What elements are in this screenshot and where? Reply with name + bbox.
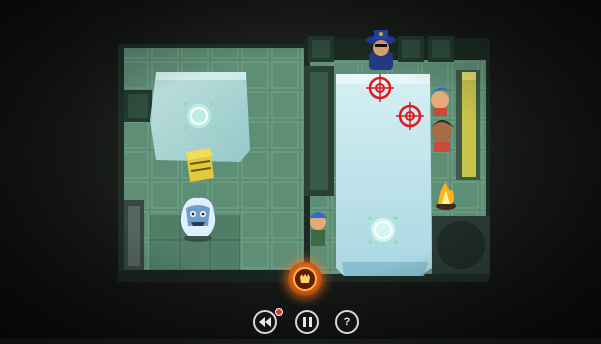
game-controls: ?	[0, 300, 601, 339]
pause-button[interactable]	[295, 310, 319, 334]
roar-ability-button[interactable]	[288, 262, 322, 296]
help-icon: ?	[343, 316, 351, 328]
right-ice-floor	[336, 74, 432, 276]
rewind-button[interactable]	[253, 310, 277, 334]
yellow-crate[interactable]	[186, 148, 214, 182]
pause-icon	[302, 317, 312, 327]
roar-icon	[293, 267, 317, 291]
rewind-badge	[275, 308, 283, 316]
rewind-icon	[259, 317, 271, 327]
help-button[interactable]: ?	[335, 310, 359, 334]
